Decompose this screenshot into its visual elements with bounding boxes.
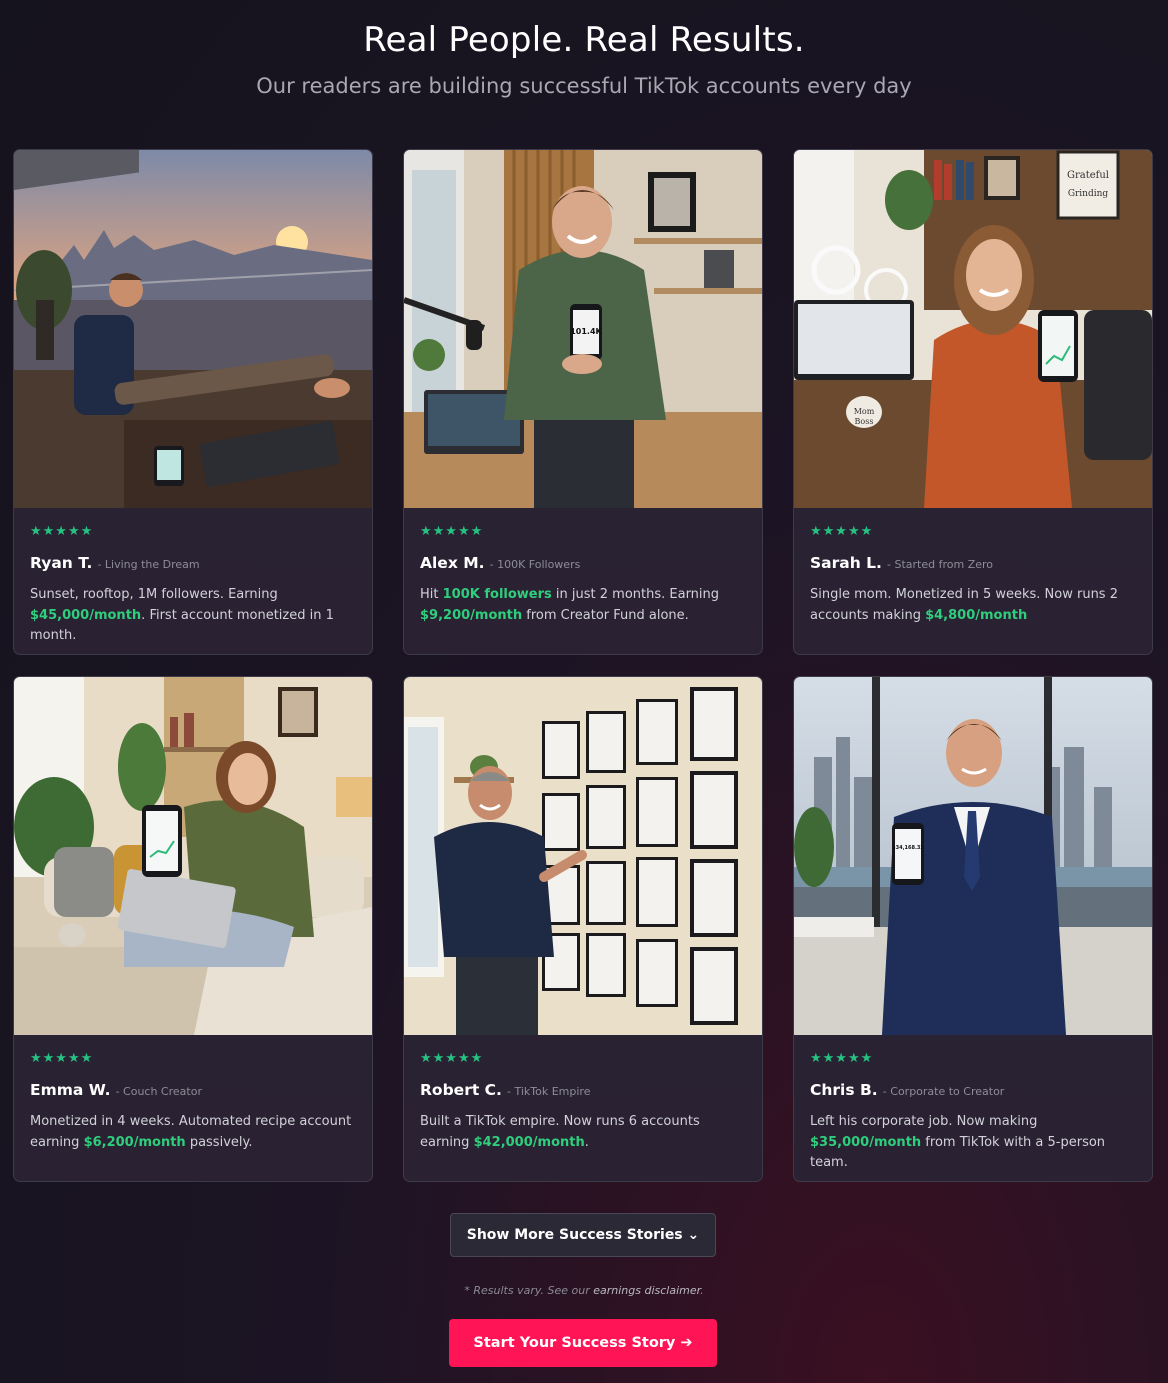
earnings-highlight: $9,200/month	[420, 607, 523, 623]
woman-on-couch-image	[14, 677, 372, 1035]
reviewer-tag: - 100K Followers	[489, 558, 581, 571]
testimonial-text: Sunset, rooftop, 1M followers. Earning $…	[30, 587, 334, 643]
start-success-story-button[interactable]: Start Your Success Story ➔	[449, 1319, 717, 1367]
man-pointing-at-wall-image	[404, 677, 762, 1035]
sign-text-1: Grateful	[1067, 170, 1109, 181]
reviewer-name: Chris B.	[810, 1081, 878, 1099]
testimonial-card-ryan: ★★★★★ Ryan T. - Living the Dream Sunset,…	[13, 149, 373, 655]
show-more-stories-button[interactable]: Show More Success Stories ⌄	[450, 1213, 716, 1257]
woman-at-desk-image: Grateful Grinding Mom Boss	[794, 150, 1152, 508]
five-star-rating: ★★★★★	[30, 1051, 94, 1066]
five-star-rating: ★★★★★	[30, 524, 94, 539]
testimonial-text: Built a TikTok empire. Now runs 6 accoun…	[420, 1114, 700, 1150]
reviewer-name: Sarah L.	[810, 554, 882, 572]
phone-balance: $34,168.32	[892, 845, 924, 851]
reviewer-name: Emma W.	[30, 1081, 111, 1099]
testimonial-text: Hit 100K followers in just 2 months. Ear…	[420, 587, 720, 623]
testimonial-card-chris: $34,168.32 ★★★★★ Chris B. - Corporate to…	[793, 676, 1153, 1182]
earnings-highlight: $45,000/month	[30, 607, 142, 623]
reviewer-name: Robert C.	[420, 1081, 502, 1099]
earnings-disclaimer-link[interactable]: earnings disclaimer	[593, 1284, 700, 1297]
followers-highlight: 100K followers	[442, 587, 552, 602]
reviewer-tag: - Living the Dream	[97, 558, 200, 571]
reviewer-tag: - Corporate to Creator	[882, 1085, 1005, 1098]
testimonial-card-robert: ★★★★★ Robert C. - TikTok Empire Built a …	[403, 676, 763, 1182]
reviewer-name: Alex M.	[420, 554, 485, 572]
five-star-rating: ★★★★★	[420, 1051, 484, 1066]
phone-follower-count: 101.4K	[570, 327, 602, 336]
five-star-rating: ★★★★★	[810, 524, 874, 539]
sign-text-2: Grinding	[1068, 189, 1109, 199]
testimonial-card-sarah: Grateful Grinding Mom Boss ★★★★★ Sarah L…	[793, 149, 1153, 655]
page-subtitle: Our readers are building successful TikT…	[256, 74, 912, 98]
mug-text-1: Mom	[854, 407, 875, 416]
testimonial-card-emma: ★★★★★ Emma W. - Couch Creator Monetized …	[13, 676, 373, 1182]
earnings-highlight: $6,200/month	[83, 1134, 186, 1150]
page-title: Real People. Real Results.	[363, 20, 805, 60]
mug-text-2: Boss	[855, 417, 874, 426]
testimonial-text: Left his corporate job. Now making $35,0…	[810, 1114, 1106, 1170]
earnings-highlight: $4,800/month	[925, 607, 1028, 623]
reviewer-name: Ryan T.	[30, 554, 93, 572]
reviewer-tag: - Couch Creator	[115, 1085, 202, 1098]
reviewer-tag: - Started from Zero	[887, 558, 994, 571]
earnings-highlight: $35,000/month	[810, 1134, 922, 1150]
testimonial-text: Monetized in 4 weeks. Automated recipe a…	[30, 1114, 352, 1150]
man-in-suit-image: $34,168.32	[794, 677, 1152, 1035]
man-relaxing-on-balcony-image	[14, 150, 372, 508]
reviewer-tag: - TikTok Empire	[507, 1085, 591, 1098]
five-star-rating: ★★★★★	[810, 1051, 874, 1066]
results-disclaimer: * Results vary. See our earnings disclai…	[464, 1284, 704, 1297]
earnings-highlight: $42,000/month	[473, 1134, 585, 1150]
five-star-rating: ★★★★★	[420, 524, 484, 539]
testimonial-text: Single mom. Monetized in 5 weeks. Now ru…	[810, 587, 1118, 623]
testimonial-card-alex: 101.4K ★★★★★ Alex M. - 100K Followers Hi…	[403, 149, 763, 655]
man-holding-phone-image: 101.4K	[404, 150, 762, 508]
